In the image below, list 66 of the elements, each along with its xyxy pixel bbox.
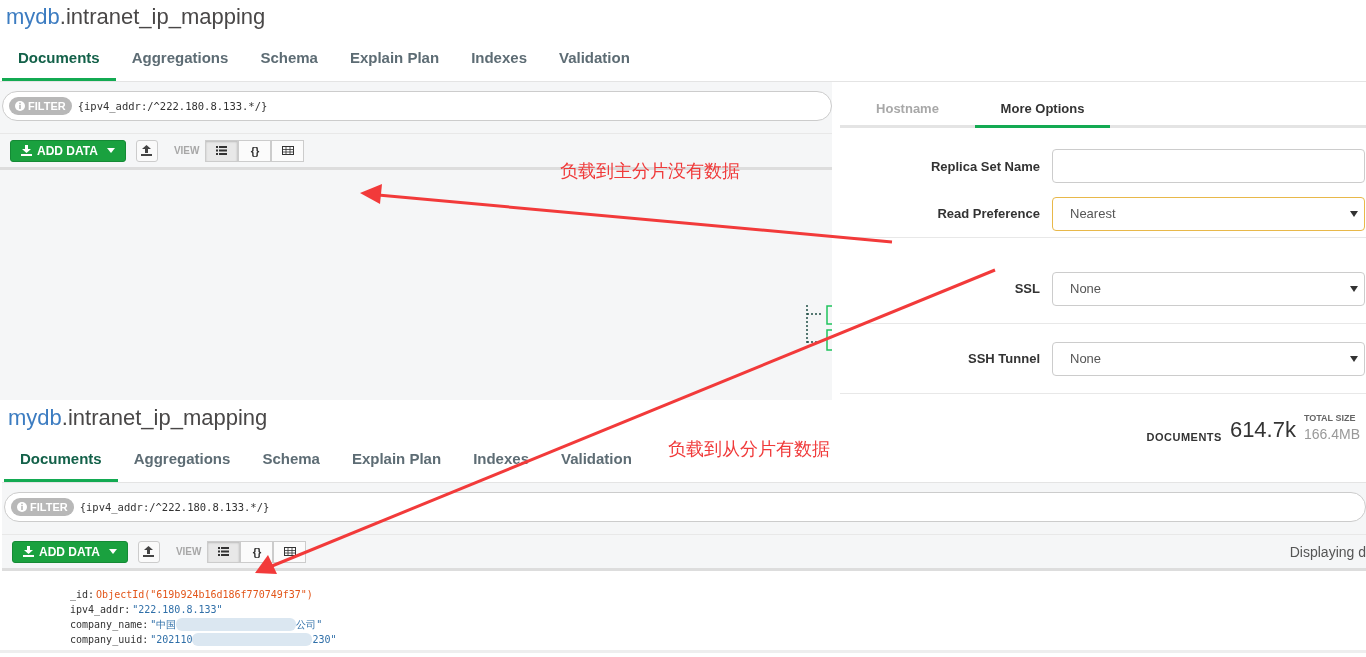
tab[interactable]: Indexes bbox=[457, 437, 545, 482]
collection-title: mydb.intranet_ip_mapping bbox=[6, 4, 266, 30]
tab[interactable]: Aggregations bbox=[117, 437, 247, 482]
tab[interactable]: More Options bbox=[975, 90, 1110, 128]
upload-icon bbox=[143, 546, 155, 557]
documents-count: 614.7k bbox=[1229, 417, 1296, 443]
select-field[interactable]: None bbox=[1052, 271, 1365, 306]
filter-label: FILTER bbox=[11, 498, 74, 516]
list-view-button[interactable] bbox=[205, 139, 239, 162]
annotation: 负载到主分片没有数据 bbox=[560, 160, 740, 183]
field-label: Replica Set Name bbox=[929, 158, 1040, 174]
download-icon bbox=[23, 546, 34, 557]
document-field: ipv4_addr: "222.180.8.133" bbox=[70, 602, 223, 617]
document-field: _id: ObjectId("619b924b16d186f770749f37") bbox=[70, 587, 313, 602]
caret-icon bbox=[106, 148, 115, 153]
documents-label: DOCUMENTS bbox=[1146, 431, 1222, 443]
tab[interactable]: Validation bbox=[543, 36, 646, 81]
import-button[interactable] bbox=[135, 139, 158, 162]
list-view-button[interactable] bbox=[207, 540, 241, 563]
tab[interactable]: Indexes bbox=[455, 36, 543, 81]
results-summary: Displaying d bbox=[1289, 543, 1366, 560]
list-icon bbox=[216, 146, 228, 155]
caret-icon bbox=[1350, 355, 1358, 362]
collection-title: mydb.intranet_ip_mapping bbox=[8, 405, 268, 431]
tab[interactable]: Validation bbox=[545, 437, 648, 482]
field-label: Read Preference bbox=[936, 206, 1040, 221]
add-data-button[interactable]: ADD DATA bbox=[10, 139, 126, 162]
empty-state-icon bbox=[806, 304, 832, 352]
field-label: SSH Tunnel bbox=[967, 351, 1040, 366]
tab[interactable]: Explain Plan bbox=[335, 437, 458, 482]
size-label: TOTAL SIZE bbox=[1303, 413, 1356, 423]
select-field[interactable]: None bbox=[1052, 341, 1365, 376]
download-icon bbox=[21, 145, 32, 156]
filter-query: {ipv4_addr:/^222.180.8.133.*/} bbox=[77, 100, 268, 112]
filter-field[interactable]: FILTER {ipv4_addr:/^222.180.8.133.*/} bbox=[4, 492, 1366, 522]
json-view-button[interactable]: {} bbox=[240, 540, 274, 563]
add-data-button[interactable]: ADD DATA bbox=[12, 540, 128, 563]
filter-label: FILTER bbox=[9, 97, 72, 115]
caret-icon bbox=[1350, 210, 1358, 217]
select-field[interactable]: Nearest bbox=[1052, 196, 1365, 231]
table-view-button[interactable] bbox=[271, 139, 305, 162]
json-view-button[interactable]: {} bbox=[238, 139, 272, 162]
info-icon bbox=[17, 502, 27, 512]
view-label: VIEW bbox=[173, 145, 200, 156]
filter-field[interactable]: FILTER {ipv4_addr:/^222.180.8.133.*/} bbox=[2, 91, 832, 121]
table-view-button[interactable] bbox=[273, 540, 307, 563]
view-label: VIEW bbox=[175, 546, 202, 557]
import-button[interactable] bbox=[137, 540, 160, 563]
table-icon bbox=[283, 547, 296, 556]
table-icon bbox=[281, 146, 294, 155]
tab[interactable]: Schema bbox=[244, 36, 334, 81]
list-icon bbox=[218, 547, 230, 556]
tab[interactable]: Aggregations bbox=[115, 36, 245, 81]
upload-icon bbox=[141, 145, 153, 156]
field-label: SSL bbox=[1013, 281, 1040, 296]
caret-icon bbox=[1350, 285, 1358, 292]
tab[interactable]: Explain Plan bbox=[333, 36, 456, 81]
tab[interactable]: Schema bbox=[246, 437, 336, 482]
size-value: 166.4MB bbox=[1303, 426, 1360, 442]
info-icon bbox=[15, 101, 25, 111]
document-field: company_uuid: "202110 230" bbox=[70, 632, 337, 647]
filter-query: {ipv4_addr:/^222.180.8.133.*/} bbox=[79, 501, 270, 513]
annotation: 负载到从分片有数据 bbox=[668, 438, 830, 461]
document-field: company_name: "中国 公司" bbox=[70, 617, 323, 632]
caret-icon bbox=[108, 549, 117, 554]
text-field[interactable] bbox=[1052, 149, 1365, 183]
